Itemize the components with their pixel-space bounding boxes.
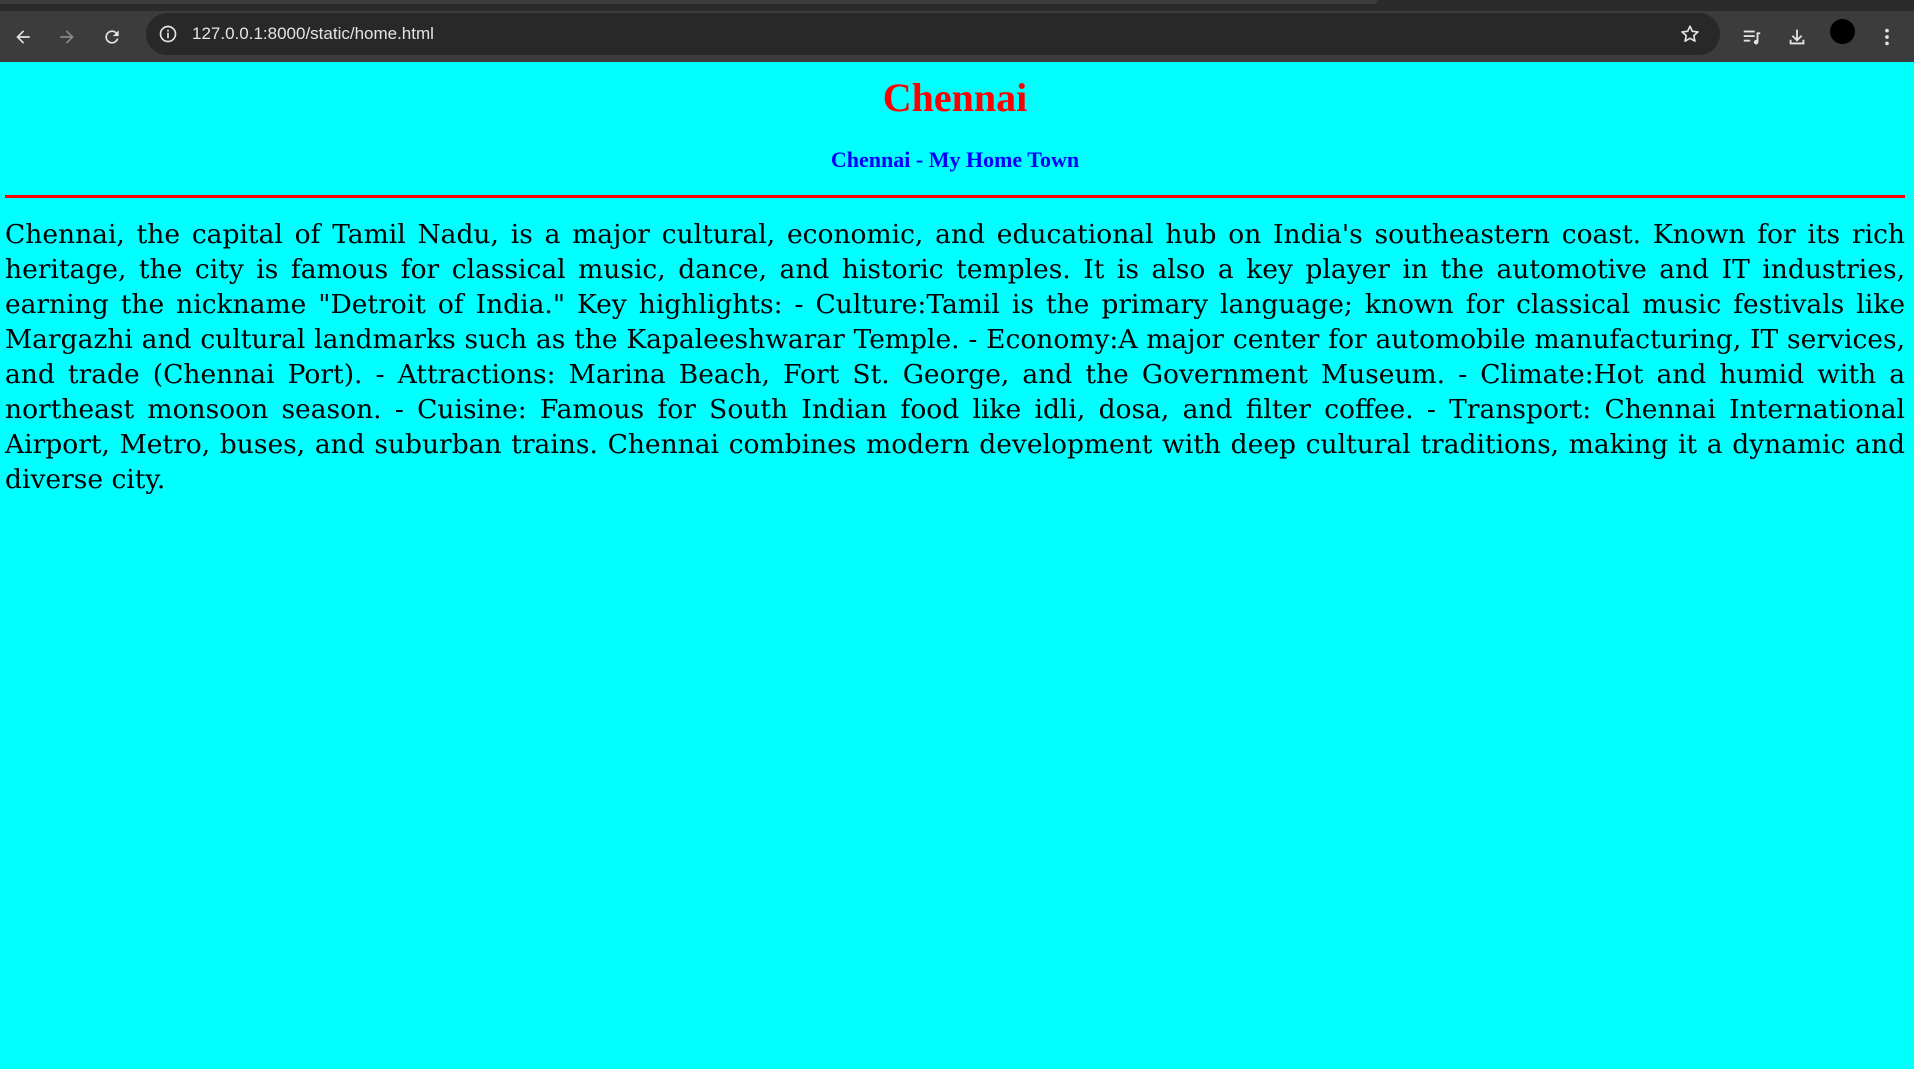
browser-menu-button[interactable]	[1872, 22, 1902, 52]
page-subtitle: Chennai - My Home Town	[830, 147, 1080, 172]
reload-icon	[105, 30, 119, 44]
media-controls-icon	[1743, 30, 1761, 45]
download-icon	[1789, 29, 1805, 45]
body-paragraph: Chennai, the capital of Tamil Nadu, is a…	[5, 219, 1905, 495]
downloads-button[interactable]	[1782, 22, 1812, 52]
kebab-menu-icon	[1885, 28, 1889, 46]
back-button[interactable]	[8, 22, 38, 52]
page-content: Chennai Chennai - My Home Town Chennai, …	[0, 62, 1914, 1069]
profile-avatar[interactable]	[1830, 19, 1855, 44]
active-tab[interactable]	[0, 0, 1378, 4]
site-info-button[interactable]	[156, 22, 180, 46]
reload-button[interactable]	[97, 22, 127, 52]
back-arrow-icon	[16, 30, 30, 44]
address-bar[interactable]: 127.0.0.1:8000/static/home.html	[146, 13, 1720, 55]
tab-strip	[0, 0, 1914, 11]
bookmark-button[interactable]	[1678, 22, 1702, 46]
browser-toolbar: 127.0.0.1:8000/static/home.html	[0, 11, 1914, 62]
url-text[interactable]: 127.0.0.1:8000/static/home.html	[192, 13, 434, 55]
browser-chrome: 127.0.0.1:8000/static/home.html	[0, 0, 1914, 62]
page-title: Chennai	[882, 75, 1028, 120]
horizontal-rule	[5, 195, 1905, 198]
star-icon	[1681, 25, 1699, 42]
forward-button[interactable]	[52, 22, 82, 52]
media-controls-button[interactable]	[1737, 22, 1767, 52]
forward-arrow-icon	[60, 30, 74, 44]
info-icon	[159, 25, 177, 43]
